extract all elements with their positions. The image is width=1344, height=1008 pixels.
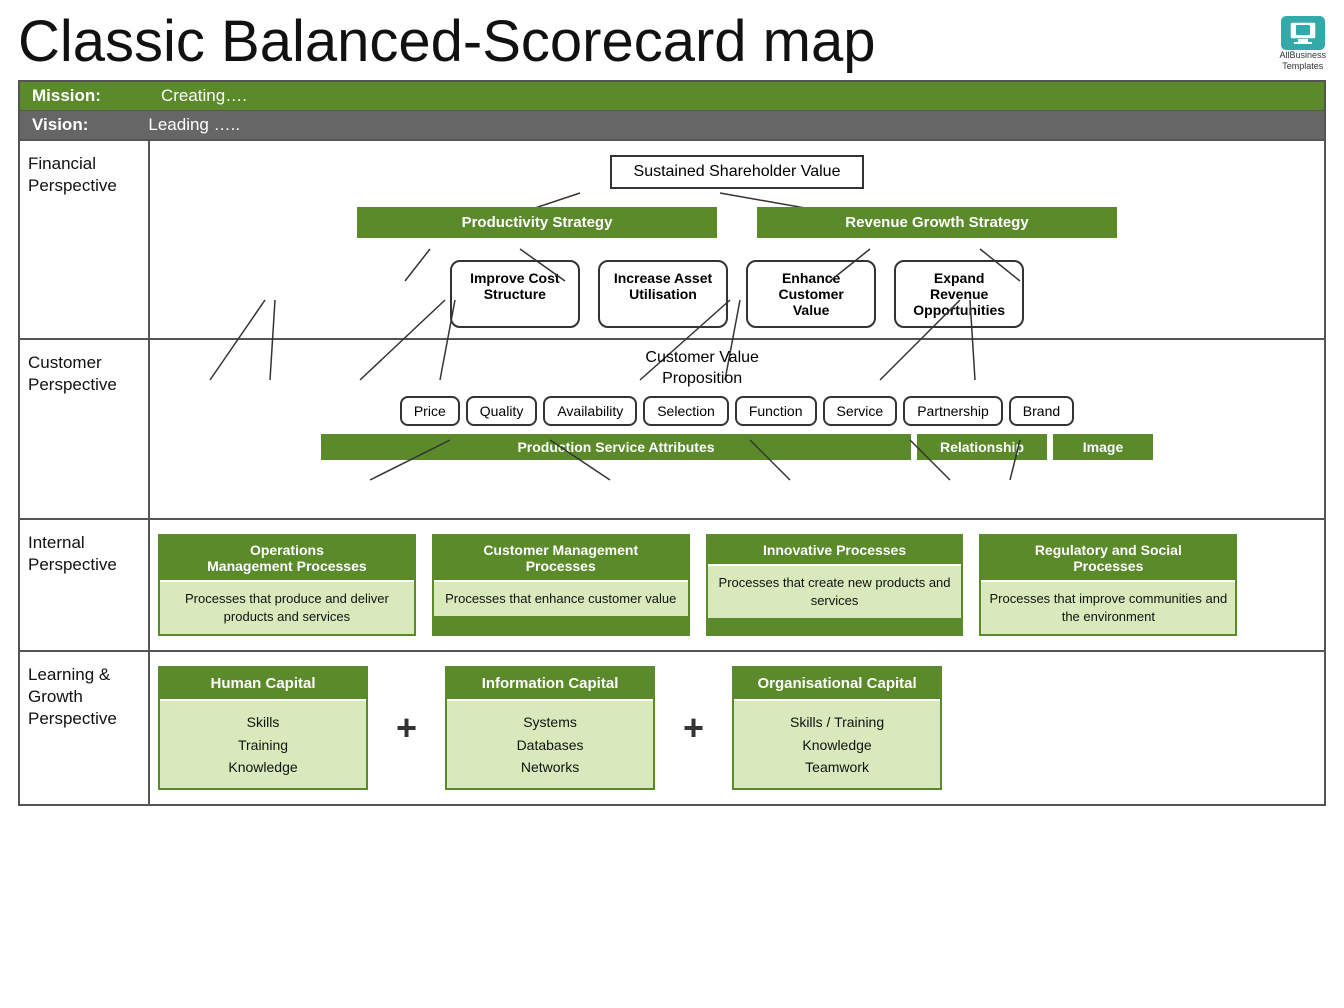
regulatory-body: Processes that improve communities and t… xyxy=(981,582,1235,634)
learning-perspective-label: Learning &GrowthPerspective xyxy=(20,652,150,804)
revenue-strategy-box: Revenue Growth Strategy xyxy=(757,207,1117,238)
cust-selection: Selection xyxy=(643,396,729,426)
cust-partnership: Partnership xyxy=(903,396,1003,426)
organisational-capital-box: Organisational Capital Skills / Training… xyxy=(732,666,942,790)
learning-perspective-row: Learning &GrowthPerspective Human Capita… xyxy=(20,652,1324,804)
financial-content: Sustained Shareholder Value Productivity… xyxy=(150,141,1324,338)
information-capital-box: Information Capital SystemsDatabasesNetw… xyxy=(445,666,655,790)
logo-text: AllBusiness Templates xyxy=(1279,50,1326,72)
expand-revenue-box: ExpandRevenueOpportunities xyxy=(894,260,1024,328)
logo-icon xyxy=(1281,16,1325,50)
customer-mgmt-title: Customer ManagementProcesses xyxy=(434,536,688,582)
productivity-strategy-box: Productivity Strategy xyxy=(357,207,717,238)
regulatory-title: Regulatory and SocialProcesses xyxy=(981,536,1235,582)
organisational-capital-body: Skills / TrainingKnowledgeTeamwork xyxy=(734,701,940,788)
strategy-row: Productivity Strategy Revenue Growth Str… xyxy=(158,207,1316,238)
vision-value: Leading ….. xyxy=(148,115,240,135)
increase-asset-box: Increase AssetUtilisation xyxy=(598,260,728,328)
mission-row: Mission: Creating…. xyxy=(20,82,1324,111)
ssv-box: Sustained Shareholder Value xyxy=(610,155,865,189)
prod-service-box: Production Service Attributes xyxy=(321,434,911,460)
customer-row1: Price Quality Availability Selection Fun… xyxy=(158,396,1316,426)
vision-label: Vision: xyxy=(32,115,88,135)
vision-row: Vision: Leading ….. xyxy=(20,111,1324,141)
innovative-title: Innovative Processes xyxy=(708,536,962,566)
financial-perspective-row: FinancialPerspective xyxy=(20,141,1324,340)
innovative-box: Innovative Processes Processes that crea… xyxy=(706,534,964,636)
operations-body: Processes that produce and deliver produ… xyxy=(160,582,414,634)
internal-perspective-label: InternalPerspective xyxy=(20,520,150,650)
cust-price: Price xyxy=(400,396,460,426)
cust-function: Function xyxy=(735,396,817,426)
relationship-box: Relationship xyxy=(917,434,1047,460)
improve-cost-box: Improve CostStructure xyxy=(450,260,580,328)
page: Classic Balanced-Scorecard map AllBusine… xyxy=(0,0,1344,816)
operations-box: OperationsManagement Processes Processes… xyxy=(158,534,416,636)
header-row: Classic Balanced-Scorecard map AllBusine… xyxy=(18,10,1326,74)
cust-availability: Availability xyxy=(543,396,637,426)
cust-brand: Brand xyxy=(1009,396,1074,426)
mission-value: Creating…. xyxy=(161,86,247,106)
page-title: Classic Balanced-Scorecard map xyxy=(18,10,875,74)
mission-label: Mission: xyxy=(32,86,101,106)
internal-content: OperationsManagement Processes Processes… xyxy=(150,520,1245,650)
learning-content: Human Capital SkillsTrainingKnowledge + … xyxy=(150,652,950,804)
enhance-customer-box: EnhanceCustomerValue xyxy=(746,260,876,328)
information-capital-title: Information Capital xyxy=(447,668,653,701)
customer-perspective-row: CustomerPerspective xyxy=(20,340,1324,520)
customer-content: Customer ValueProposition Price Quality … xyxy=(150,340,1324,518)
plus-sign-2: + xyxy=(655,707,732,749)
internal-perspective-row: InternalPerspective OperationsManagement… xyxy=(20,520,1324,652)
logo-box: AllBusiness Templates xyxy=(1279,16,1326,72)
ssv-container: Sustained Shareholder Value xyxy=(610,155,865,189)
sub-strategy-row: Improve CostStructure Increase AssetUtil… xyxy=(158,260,1316,328)
financial-perspective-label: FinancialPerspective xyxy=(20,141,150,338)
operations-title: OperationsManagement Processes xyxy=(160,536,414,582)
human-capital-box: Human Capital SkillsTrainingKnowledge xyxy=(158,666,368,790)
customer-mgmt-box: Customer ManagementProcesses Processes t… xyxy=(432,534,690,636)
cvp-label: Customer ValueProposition xyxy=(645,348,759,390)
cust-quality: Quality xyxy=(466,396,538,426)
customer-perspective-label: CustomerPerspective xyxy=(20,340,150,518)
customer-mgmt-body: Processes that enhance customer value xyxy=(434,582,688,616)
customer-row2: Production Service Attributes Relationsh… xyxy=(158,434,1316,460)
innovative-body: Processes that create new products and s… xyxy=(708,566,962,618)
image-box: Image xyxy=(1053,434,1153,460)
cust-service: Service xyxy=(823,396,898,426)
plus-sign-1: + xyxy=(368,707,445,749)
regulatory-box: Regulatory and SocialProcesses Processes… xyxy=(979,534,1237,636)
human-capital-title: Human Capital xyxy=(160,668,366,701)
human-capital-body: SkillsTrainingKnowledge xyxy=(160,701,366,788)
information-capital-body: SystemsDatabasesNetworks xyxy=(447,701,653,788)
organisational-capital-title: Organisational Capital xyxy=(734,668,940,701)
main-frame: Mission: Creating…. Vision: Leading ….. … xyxy=(18,80,1326,807)
